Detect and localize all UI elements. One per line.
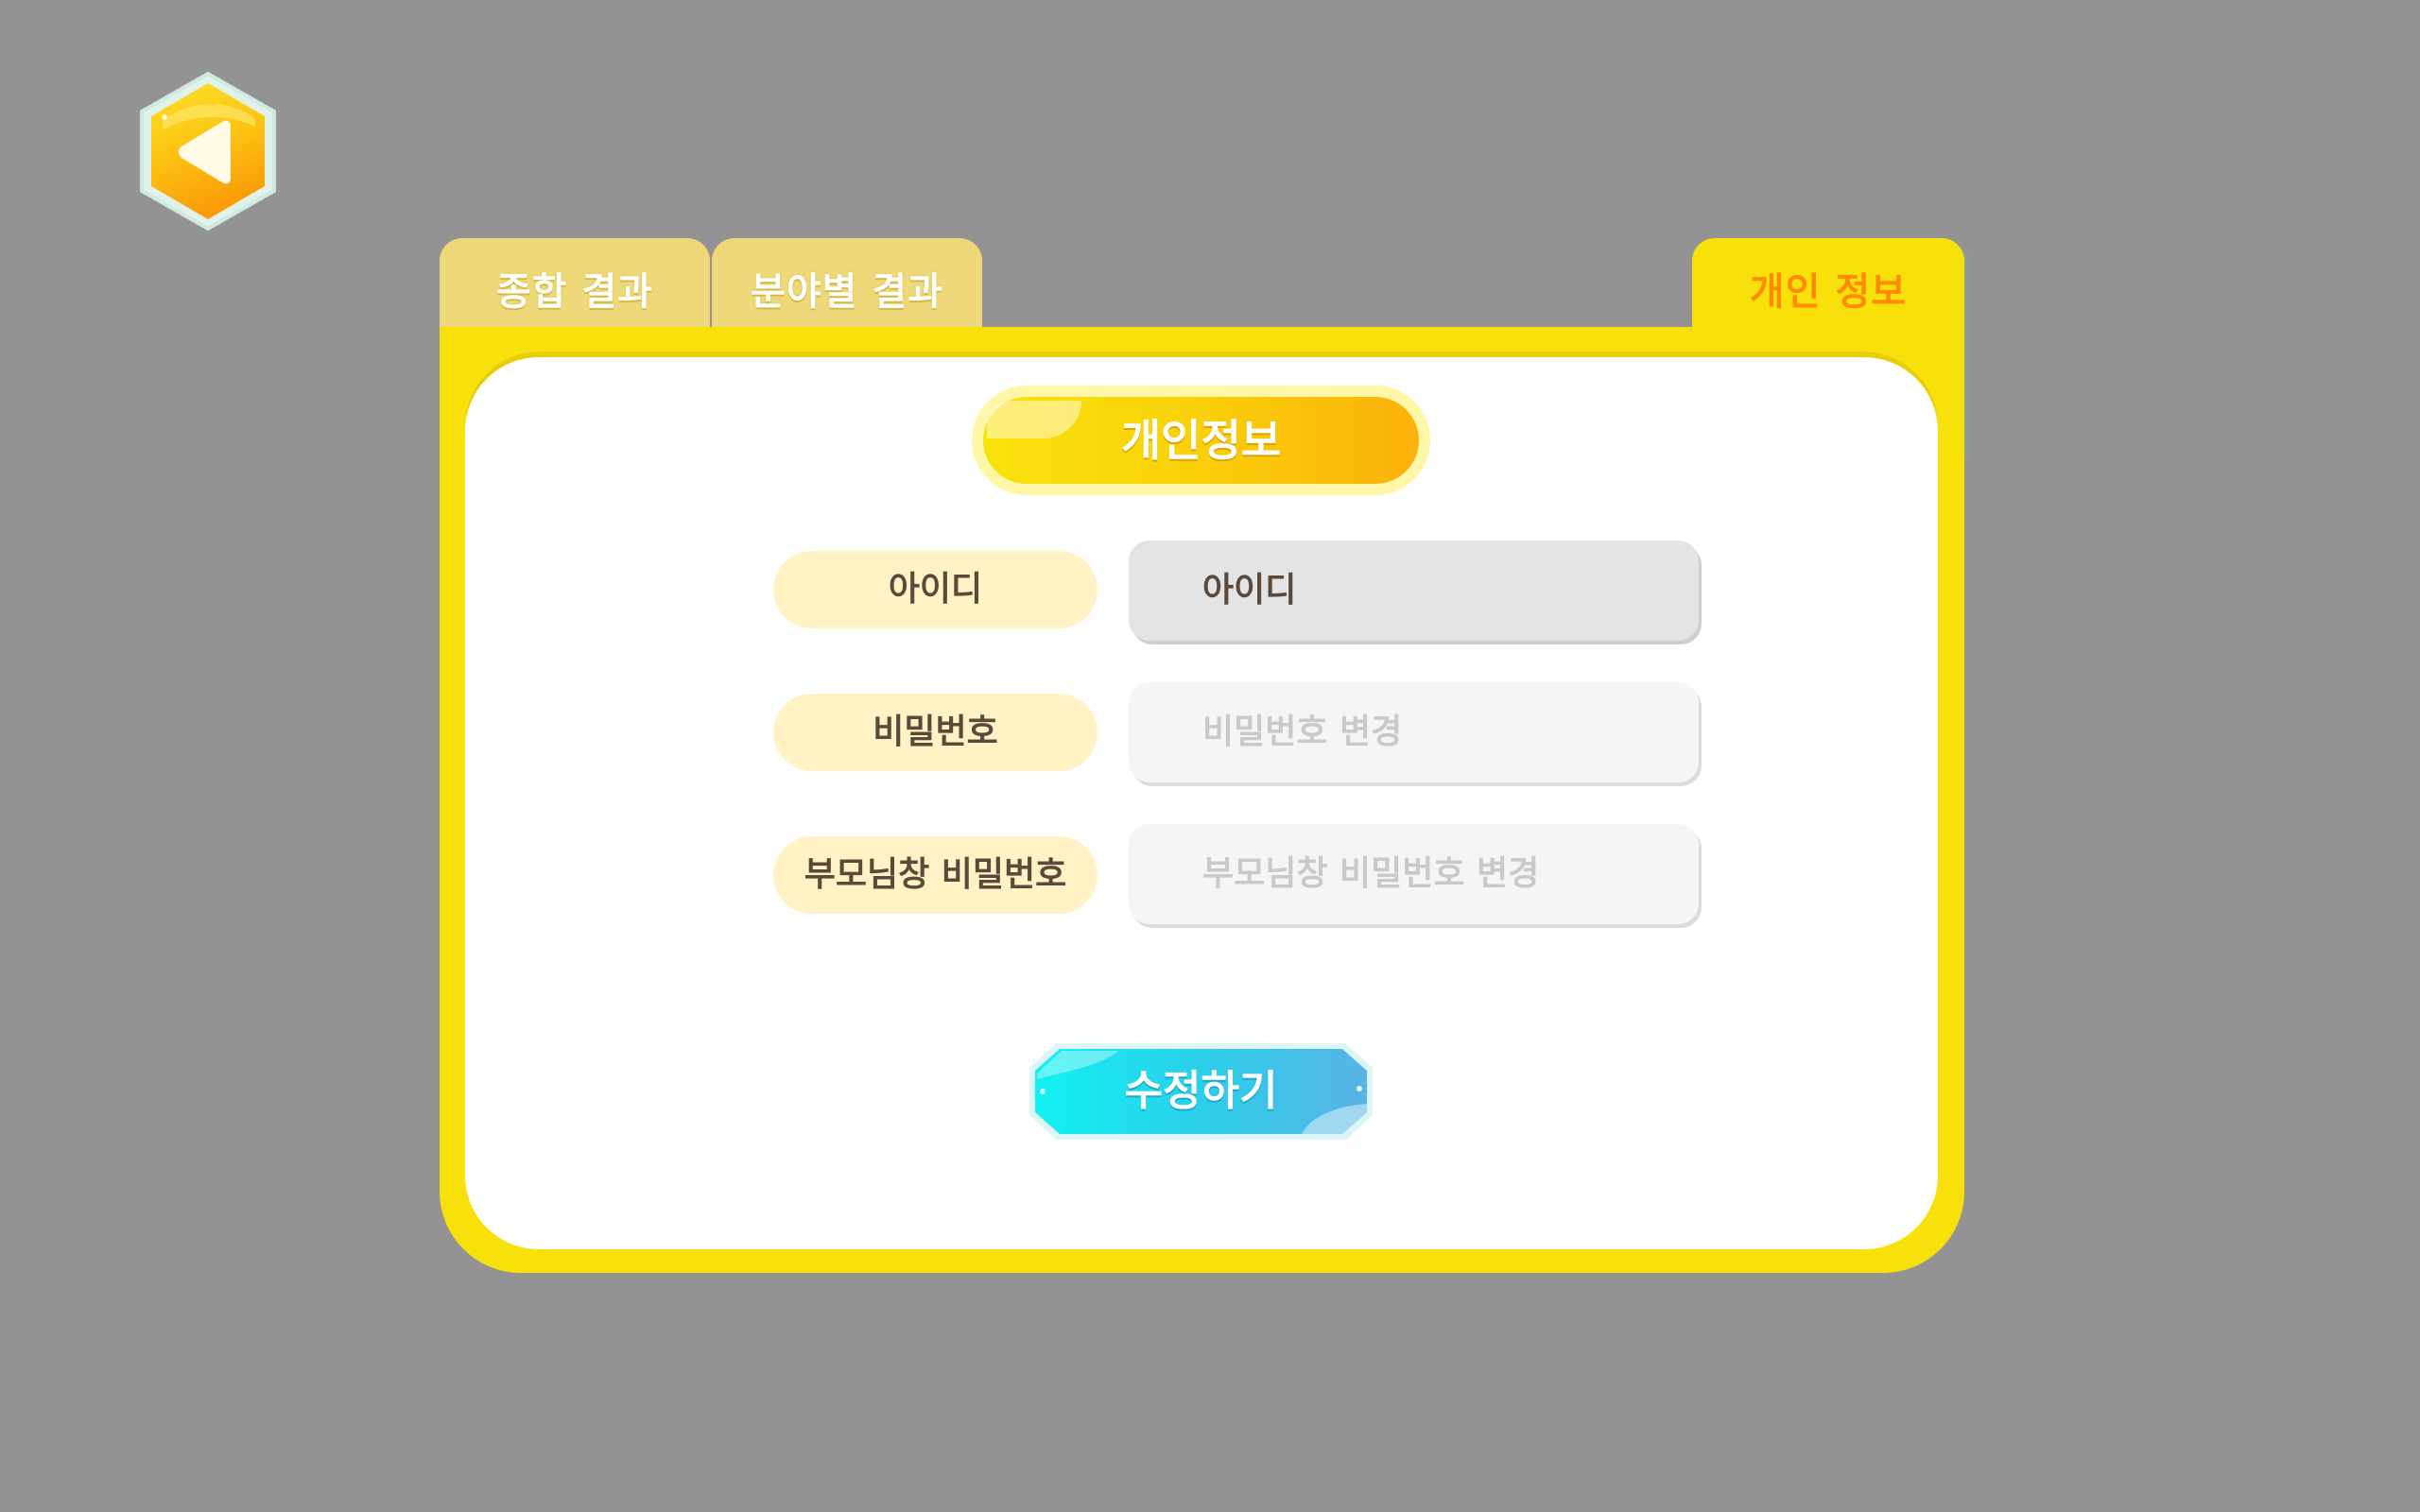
id-field: 아이디 bbox=[1129, 541, 1699, 641]
back-button[interactable] bbox=[138, 72, 278, 231]
submit-button[interactable] bbox=[1028, 1041, 1374, 1142]
page-title: 개인정보 bbox=[1120, 415, 1282, 466]
password-label: 비밀번호 bbox=[773, 694, 1098, 771]
password-input[interactable]: 비밀번호 변경 bbox=[1129, 682, 1699, 782]
id-label: 아이디 bbox=[773, 551, 1098, 628]
back-arrow-icon bbox=[140, 72, 276, 231]
parent-password-input[interactable]: 부모님창 비밀번호 변경 bbox=[1129, 824, 1699, 924]
parent-password-label: 부모님창 비밀번호 bbox=[773, 836, 1098, 914]
submit-button-shape bbox=[1029, 1043, 1373, 1140]
